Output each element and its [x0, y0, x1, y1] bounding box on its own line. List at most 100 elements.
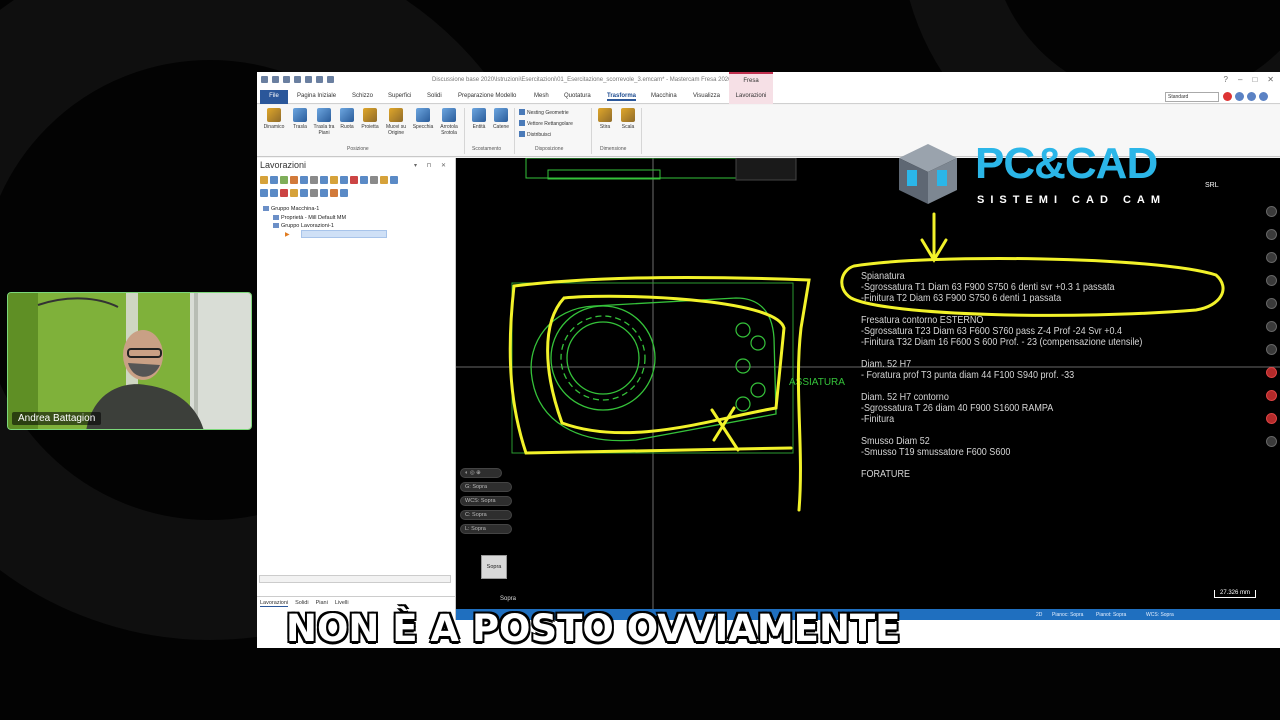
- wireframe-icon[interactable]: [1265, 321, 1277, 332]
- tab-pagina-iniziale[interactable]: Pagina Iniziale: [297, 93, 336, 99]
- tplane-button[interactable]: L: Sopra: [460, 524, 512, 534]
- tab-livelli-panel[interactable]: Livelli: [335, 600, 349, 607]
- redo-icon[interactable]: [327, 76, 334, 83]
- entita-button[interactable]: Entità: [468, 108, 490, 130]
- trasla-button[interactable]: Trasla: [289, 108, 311, 130]
- stop-icon[interactable]: [1265, 390, 1277, 401]
- verify-icon[interactable]: [310, 176, 318, 184]
- stira-button[interactable]: Stira: [595, 108, 615, 130]
- scroll-to-icon[interactable]: [300, 189, 308, 197]
- insert-arrow-icon[interactable]: [280, 189, 288, 197]
- tab-piani-panel[interactable]: Piani: [316, 600, 328, 607]
- logo-brand: PC&CAD: [975, 139, 1158, 188]
- tab-mesh[interactable]: Mesh: [534, 93, 549, 99]
- shading-icon[interactable]: [1265, 298, 1277, 309]
- zoom-icon[interactable]: [1265, 206, 1277, 217]
- trasla-tra-piani-button[interactable]: Trasla tra Piani: [312, 108, 336, 136]
- backplot-icon[interactable]: [300, 176, 308, 184]
- quick-access-toolbar[interactable]: [261, 76, 334, 83]
- dinamico-button[interactable]: Dinamico: [261, 108, 287, 130]
- print-icon[interactable]: [294, 76, 301, 83]
- record-icon[interactable]: [1223, 92, 1232, 101]
- maximize-icon[interactable]: □: [1252, 75, 1257, 84]
- view-cube[interactable]: Sopra: [481, 555, 507, 579]
- help-icon[interactable]: ?: [1224, 75, 1228, 84]
- tree-selected-row[interactable]: [301, 230, 387, 238]
- tab-schizzo[interactable]: Schizzo: [352, 93, 373, 99]
- wcs-button[interactable]: WCS: Sopra: [460, 496, 512, 506]
- scala-button[interactable]: Scala: [618, 108, 638, 130]
- tree-properties[interactable]: Proprietà - Mill Default MM: [263, 214, 346, 223]
- vettore-rettangolare-button[interactable]: Vettore Rettangolare: [519, 120, 573, 127]
- new-icon[interactable]: [261, 76, 268, 83]
- tab-file[interactable]: File: [260, 90, 288, 104]
- help-icon[interactable]: [390, 176, 398, 184]
- select-all-icon[interactable]: [260, 176, 268, 184]
- graphics-viewport[interactable]: ASSIATURA Spianatura -Sgrossatura T1 Dia…: [456, 158, 1280, 610]
- tab-lavorazioni[interactable]: Lavorazioni: [729, 90, 773, 104]
- simulate-icon[interactable]: [320, 176, 328, 184]
- specchia-button[interactable]: Specchia: [410, 108, 436, 130]
- arrotola-srotola-button[interactable]: Arrotola Srotola: [437, 108, 461, 136]
- view-select[interactable]: Standard: [1165, 92, 1219, 102]
- tab-trasforma[interactable]: Trasforma: [607, 93, 637, 101]
- tab-solidi[interactable]: Solidi: [427, 93, 442, 99]
- ribbon-tabs: File Pagina Iniziale Schizzo Superfici S…: [257, 90, 1280, 104]
- cplane-button[interactable]: C: Sopra: [460, 510, 512, 520]
- tab-solidi-panel[interactable]: Solidi: [295, 600, 308, 607]
- save-icon[interactable]: [283, 76, 290, 83]
- proietta-button[interactable]: Proietta: [358, 108, 382, 130]
- move-up-icon[interactable]: [270, 189, 278, 197]
- specchia-label: Specchia: [412, 124, 434, 130]
- view-toggle-icons[interactable]: ◐ ◎ ⊕: [460, 468, 502, 478]
- panel-controls[interactable]: ▾ ⊓ ✕: [414, 162, 450, 169]
- window-controls[interactable]: ? – □ ✕: [1224, 75, 1274, 84]
- horizontal-scrollbar[interactable]: [259, 575, 451, 583]
- ruota-button[interactable]: Ruota: [337, 108, 357, 130]
- expand-icon[interactable]: [320, 189, 328, 197]
- rotate-icon[interactable]: [1265, 252, 1277, 263]
- tab-macchina[interactable]: Macchina: [651, 93, 677, 99]
- settings-icon[interactable]: [1265, 436, 1277, 447]
- catene-button[interactable]: Catene: [490, 108, 512, 130]
- tab-lavorazioni-panel[interactable]: Lavorazioni: [260, 600, 289, 607]
- help-icon[interactable]: [1259, 92, 1268, 101]
- minimize-icon[interactable]: –: [1238, 75, 1242, 84]
- tree-machine-group[interactable]: Gruppo Macchina-1: [263, 205, 346, 214]
- tab-visualizza[interactable]: Visualizza: [693, 93, 720, 99]
- collapse-icon[interactable]: [330, 189, 338, 197]
- delete-icon[interactable]: [350, 176, 358, 184]
- fit-icon[interactable]: [1265, 275, 1277, 286]
- gview-button[interactable]: G: Sopra: [460, 482, 512, 492]
- panel-title: Lavorazioni: [260, 160, 307, 170]
- lock-icon[interactable]: [360, 176, 368, 184]
- nesting-geometrie-button[interactable]: Nesting Geometrie: [519, 109, 569, 116]
- save-as-icon[interactable]: [305, 76, 312, 83]
- open-icon[interactable]: [272, 76, 279, 83]
- filter-icon[interactable]: [340, 189, 348, 197]
- tab-preparazione-modello[interactable]: Preparazione Modello: [458, 93, 516, 99]
- tab-quotatura[interactable]: Quotatura: [564, 93, 591, 99]
- insert-after-icon[interactable]: [290, 189, 298, 197]
- post-icon[interactable]: [330, 176, 338, 184]
- info-icon[interactable]: [1247, 92, 1256, 101]
- pan-icon[interactable]: [1265, 229, 1277, 240]
- undo-icon[interactable]: [316, 76, 323, 83]
- settings-icon[interactable]: [1235, 92, 1244, 101]
- muovi-su-origine-button[interactable]: Muovi su Origine: [383, 108, 409, 136]
- move-down-icon[interactable]: [260, 189, 268, 197]
- tab-superfici[interactable]: Superfici: [388, 93, 411, 99]
- toggle-post-icon[interactable]: [380, 176, 388, 184]
- distribuisci-button[interactable]: Distribuisci: [519, 131, 551, 138]
- regen-icon[interactable]: [280, 176, 288, 184]
- marker-icon[interactable]: [1265, 413, 1277, 424]
- highfeed-icon[interactable]: [340, 176, 348, 184]
- only-display-icon[interactable]: [310, 189, 318, 197]
- close-icon[interactable]: ✕: [1267, 75, 1274, 84]
- regen-dirty-icon[interactable]: [290, 176, 298, 184]
- select-icon[interactable]: [270, 176, 278, 184]
- record-icon[interactable]: [1265, 367, 1277, 378]
- ribbon-separator: [464, 108, 465, 154]
- toggle-display-icon[interactable]: [370, 176, 378, 184]
- section-icon[interactable]: [1265, 344, 1277, 355]
